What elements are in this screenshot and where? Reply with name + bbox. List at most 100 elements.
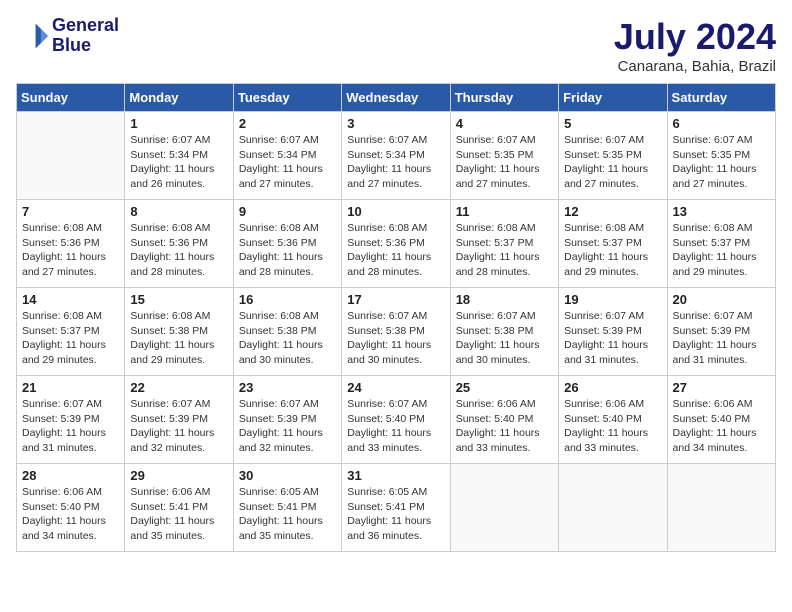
calendar-week-4: 21 Sunrise: 6:07 AMSunset: 5:39 PMDayligh… [17, 376, 776, 464]
calendar-cell: 26 Sunrise: 6:06 AMSunset: 5:40 PMDayligh… [559, 376, 667, 464]
day-info: Sunrise: 6:07 AMSunset: 5:35 PMDaylight:… [673, 133, 770, 192]
day-number: 20 [673, 292, 770, 307]
day-number: 29 [130, 468, 227, 483]
calendar-header-thursday: Thursday [450, 84, 558, 112]
day-number: 12 [564, 204, 661, 219]
calendar-cell: 2 Sunrise: 6:07 AMSunset: 5:34 PMDaylight… [233, 112, 341, 200]
calendar-cell: 10Sunrise: 6:08 AMSunset: 5:36 PMDayligh… [342, 200, 450, 288]
calendar-header-friday: Friday [559, 84, 667, 112]
day-info: Sunrise: 6:08 AMSunset: 5:37 PMDaylight:… [564, 221, 661, 280]
month-title: July 2024 [614, 16, 776, 58]
calendar-cell: 28 Sunrise: 6:06 AMSunset: 5:40 PMDayligh… [17, 464, 125, 552]
day-info: Sunrise: 6:08 AMSunset: 5:36 PMDaylight:… [239, 221, 336, 280]
day-number: 22 [130, 380, 227, 395]
day-number: 13 [673, 204, 770, 219]
calendar-cell: 3Sunrise: 6:07 AMSunset: 5:34 PMDaylight… [342, 112, 450, 200]
day-info: Sunrise: 6:07 AMSunset: 5:39 PMDaylight:… [130, 397, 227, 456]
location: Canarana, Bahia, Brazil [614, 58, 776, 75]
day-number: 2 [239, 116, 336, 131]
day-number: 11 [456, 204, 553, 219]
day-number: 26 [564, 380, 661, 395]
calendar-cell [559, 464, 667, 552]
day-number: 30 [239, 468, 336, 483]
calendar-cell: 16 Sunrise: 6:08 AMSunset: 5:38 PMDayligh… [233, 288, 341, 376]
calendar-cell: 29Sunrise: 6:06 AMSunset: 5:41 PMDayligh… [125, 464, 233, 552]
calendar-cell: 15 Sunrise: 6:08 AMSunset: 5:38 PMDayligh… [125, 288, 233, 376]
day-number: 7 [22, 204, 119, 219]
page-header: General Blue July 2024 Canarana, Bahia, … [16, 16, 776, 75]
logo: General Blue [16, 16, 119, 56]
calendar-cell: 31 Sunrise: 6:05 AMSunset: 5:41 PMDayligh… [342, 464, 450, 552]
day-info: Sunrise: 6:08 AMSunset: 5:38 PMDaylight:… [239, 309, 336, 368]
day-number: 6 [673, 116, 770, 131]
day-number: 18 [456, 292, 553, 307]
day-info: Sunrise: 6:08 AMSunset: 5:36 PMDaylight:… [347, 221, 444, 280]
day-info: Sunrise: 6:08 AMSunset: 5:36 PMDaylight:… [22, 221, 119, 280]
calendar-cell [667, 464, 775, 552]
calendar-header-sunday: Sunday [17, 84, 125, 112]
day-number: 16 [239, 292, 336, 307]
calendar-cell: 5Sunrise: 6:07 AMSunset: 5:35 PMDaylight… [559, 112, 667, 200]
day-info: Sunrise: 6:07 AMSunset: 5:34 PMDaylight:… [347, 133, 444, 192]
calendar-cell: 21Sunrise: 6:07 AMSunset: 5:39 PMDayligh… [17, 376, 125, 464]
day-number: 21 [22, 380, 119, 395]
calendar-cell: 12 Sunrise: 6:08 AMSunset: 5:37 PMDayligh… [559, 200, 667, 288]
calendar-cell: 27Sunrise: 6:06 AMSunset: 5:40 PMDayligh… [667, 376, 775, 464]
day-info: Sunrise: 6:07 AMSunset: 5:38 PMDaylight:… [347, 309, 444, 368]
day-number: 19 [564, 292, 661, 307]
calendar-header-tuesday: Tuesday [233, 84, 341, 112]
day-info: Sunrise: 6:07 AMSunset: 5:35 PMDaylight:… [564, 133, 661, 192]
day-info: Sunrise: 6:07 AMSunset: 5:39 PMDaylight:… [673, 309, 770, 368]
calendar-cell: 18 Sunrise: 6:07 AMSunset: 5:38 PMDayligh… [450, 288, 558, 376]
calendar-cell: 1Sunrise: 6:07 AMSunset: 5:34 PMDaylight… [125, 112, 233, 200]
day-info: Sunrise: 6:08 AMSunset: 5:36 PMDaylight:… [130, 221, 227, 280]
calendar-cell [17, 112, 125, 200]
calendar-cell: 13 Sunrise: 6:08 AMSunset: 5:37 PMDayligh… [667, 200, 775, 288]
day-number: 31 [347, 468, 444, 483]
day-number: 27 [673, 380, 770, 395]
day-info: Sunrise: 6:06 AMSunset: 5:40 PMDaylight:… [564, 397, 661, 456]
day-info: Sunrise: 6:07 AMSunset: 5:35 PMDaylight:… [456, 133, 553, 192]
calendar-week-1: 1 Sunrise: 6:07 AMSunset: 5:34 PMDaylight… [17, 112, 776, 200]
calendar-week-2: 7 Sunrise: 6:08 AMSunset: 5:36 PMDaylight… [17, 200, 776, 288]
calendar-cell: 11Sunrise: 6:08 AMSunset: 5:37 PMDayligh… [450, 200, 558, 288]
day-info: Sunrise: 6:08 AMSunset: 5:37 PMDaylight:… [673, 221, 770, 280]
day-number: 9 [239, 204, 336, 219]
calendar-cell: 19 Sunrise: 6:07 AMSunset: 5:39 PMDayligh… [559, 288, 667, 376]
calendar-week-5: 28 Sunrise: 6:06 AMSunset: 5:40 PMDayligh… [17, 464, 776, 552]
calendar-cell: 7 Sunrise: 6:08 AMSunset: 5:36 PMDaylight… [17, 200, 125, 288]
day-number: 17 [347, 292, 444, 307]
title-block: July 2024 Canarana, Bahia, Brazil [614, 16, 776, 75]
day-info: Sunrise: 6:08 AMSunset: 5:38 PMDaylight:… [130, 309, 227, 368]
calendar-week-3: 14Sunrise: 6:08 AMSunset: 5:37 PMDayligh… [17, 288, 776, 376]
day-info: Sunrise: 6:07 AMSunset: 5:39 PMDaylight:… [564, 309, 661, 368]
calendar-cell: 22 Sunrise: 6:07 AMSunset: 5:39 PMDayligh… [125, 376, 233, 464]
day-number: 28 [22, 468, 119, 483]
calendar-cell: 20 Sunrise: 6:07 AMSunset: 5:39 PMDayligh… [667, 288, 775, 376]
calendar-header-wednesday: Wednesday [342, 84, 450, 112]
day-number: 23 [239, 380, 336, 395]
day-info: Sunrise: 6:06 AMSunset: 5:40 PMDaylight:… [456, 397, 553, 456]
calendar-table: SundayMondayTuesdayWednesdayThursdayFrid… [16, 83, 776, 552]
calendar-cell: 23Sunrise: 6:07 AMSunset: 5:39 PMDayligh… [233, 376, 341, 464]
day-info: Sunrise: 6:06 AMSunset: 5:40 PMDaylight:… [22, 485, 119, 544]
logo-text: General Blue [52, 16, 119, 56]
day-number: 25 [456, 380, 553, 395]
calendar-cell: 24Sunrise: 6:07 AMSunset: 5:40 PMDayligh… [342, 376, 450, 464]
day-info: Sunrise: 6:07 AMSunset: 5:34 PMDaylight:… [239, 133, 336, 192]
calendar-cell: 8 Sunrise: 6:08 AMSunset: 5:36 PMDaylight… [125, 200, 233, 288]
day-info: Sunrise: 6:05 AMSunset: 5:41 PMDaylight:… [347, 485, 444, 544]
day-number: 15 [130, 292, 227, 307]
day-number: 4 [456, 116, 553, 131]
day-number: 1 [130, 116, 227, 131]
day-number: 24 [347, 380, 444, 395]
calendar-cell: 14Sunrise: 6:08 AMSunset: 5:37 PMDayligh… [17, 288, 125, 376]
calendar-header-saturday: Saturday [667, 84, 775, 112]
calendar-cell: 4 Sunrise: 6:07 AMSunset: 5:35 PMDaylight… [450, 112, 558, 200]
logo-icon [16, 20, 48, 52]
day-info: Sunrise: 6:08 AMSunset: 5:37 PMDaylight:… [22, 309, 119, 368]
day-number: 8 [130, 204, 227, 219]
calendar-cell: 9 Sunrise: 6:08 AMSunset: 5:36 PMDaylight… [233, 200, 341, 288]
calendar-cell: 30Sunrise: 6:05 AMSunset: 5:41 PMDayligh… [233, 464, 341, 552]
day-info: Sunrise: 6:07 AMSunset: 5:38 PMDaylight:… [456, 309, 553, 368]
